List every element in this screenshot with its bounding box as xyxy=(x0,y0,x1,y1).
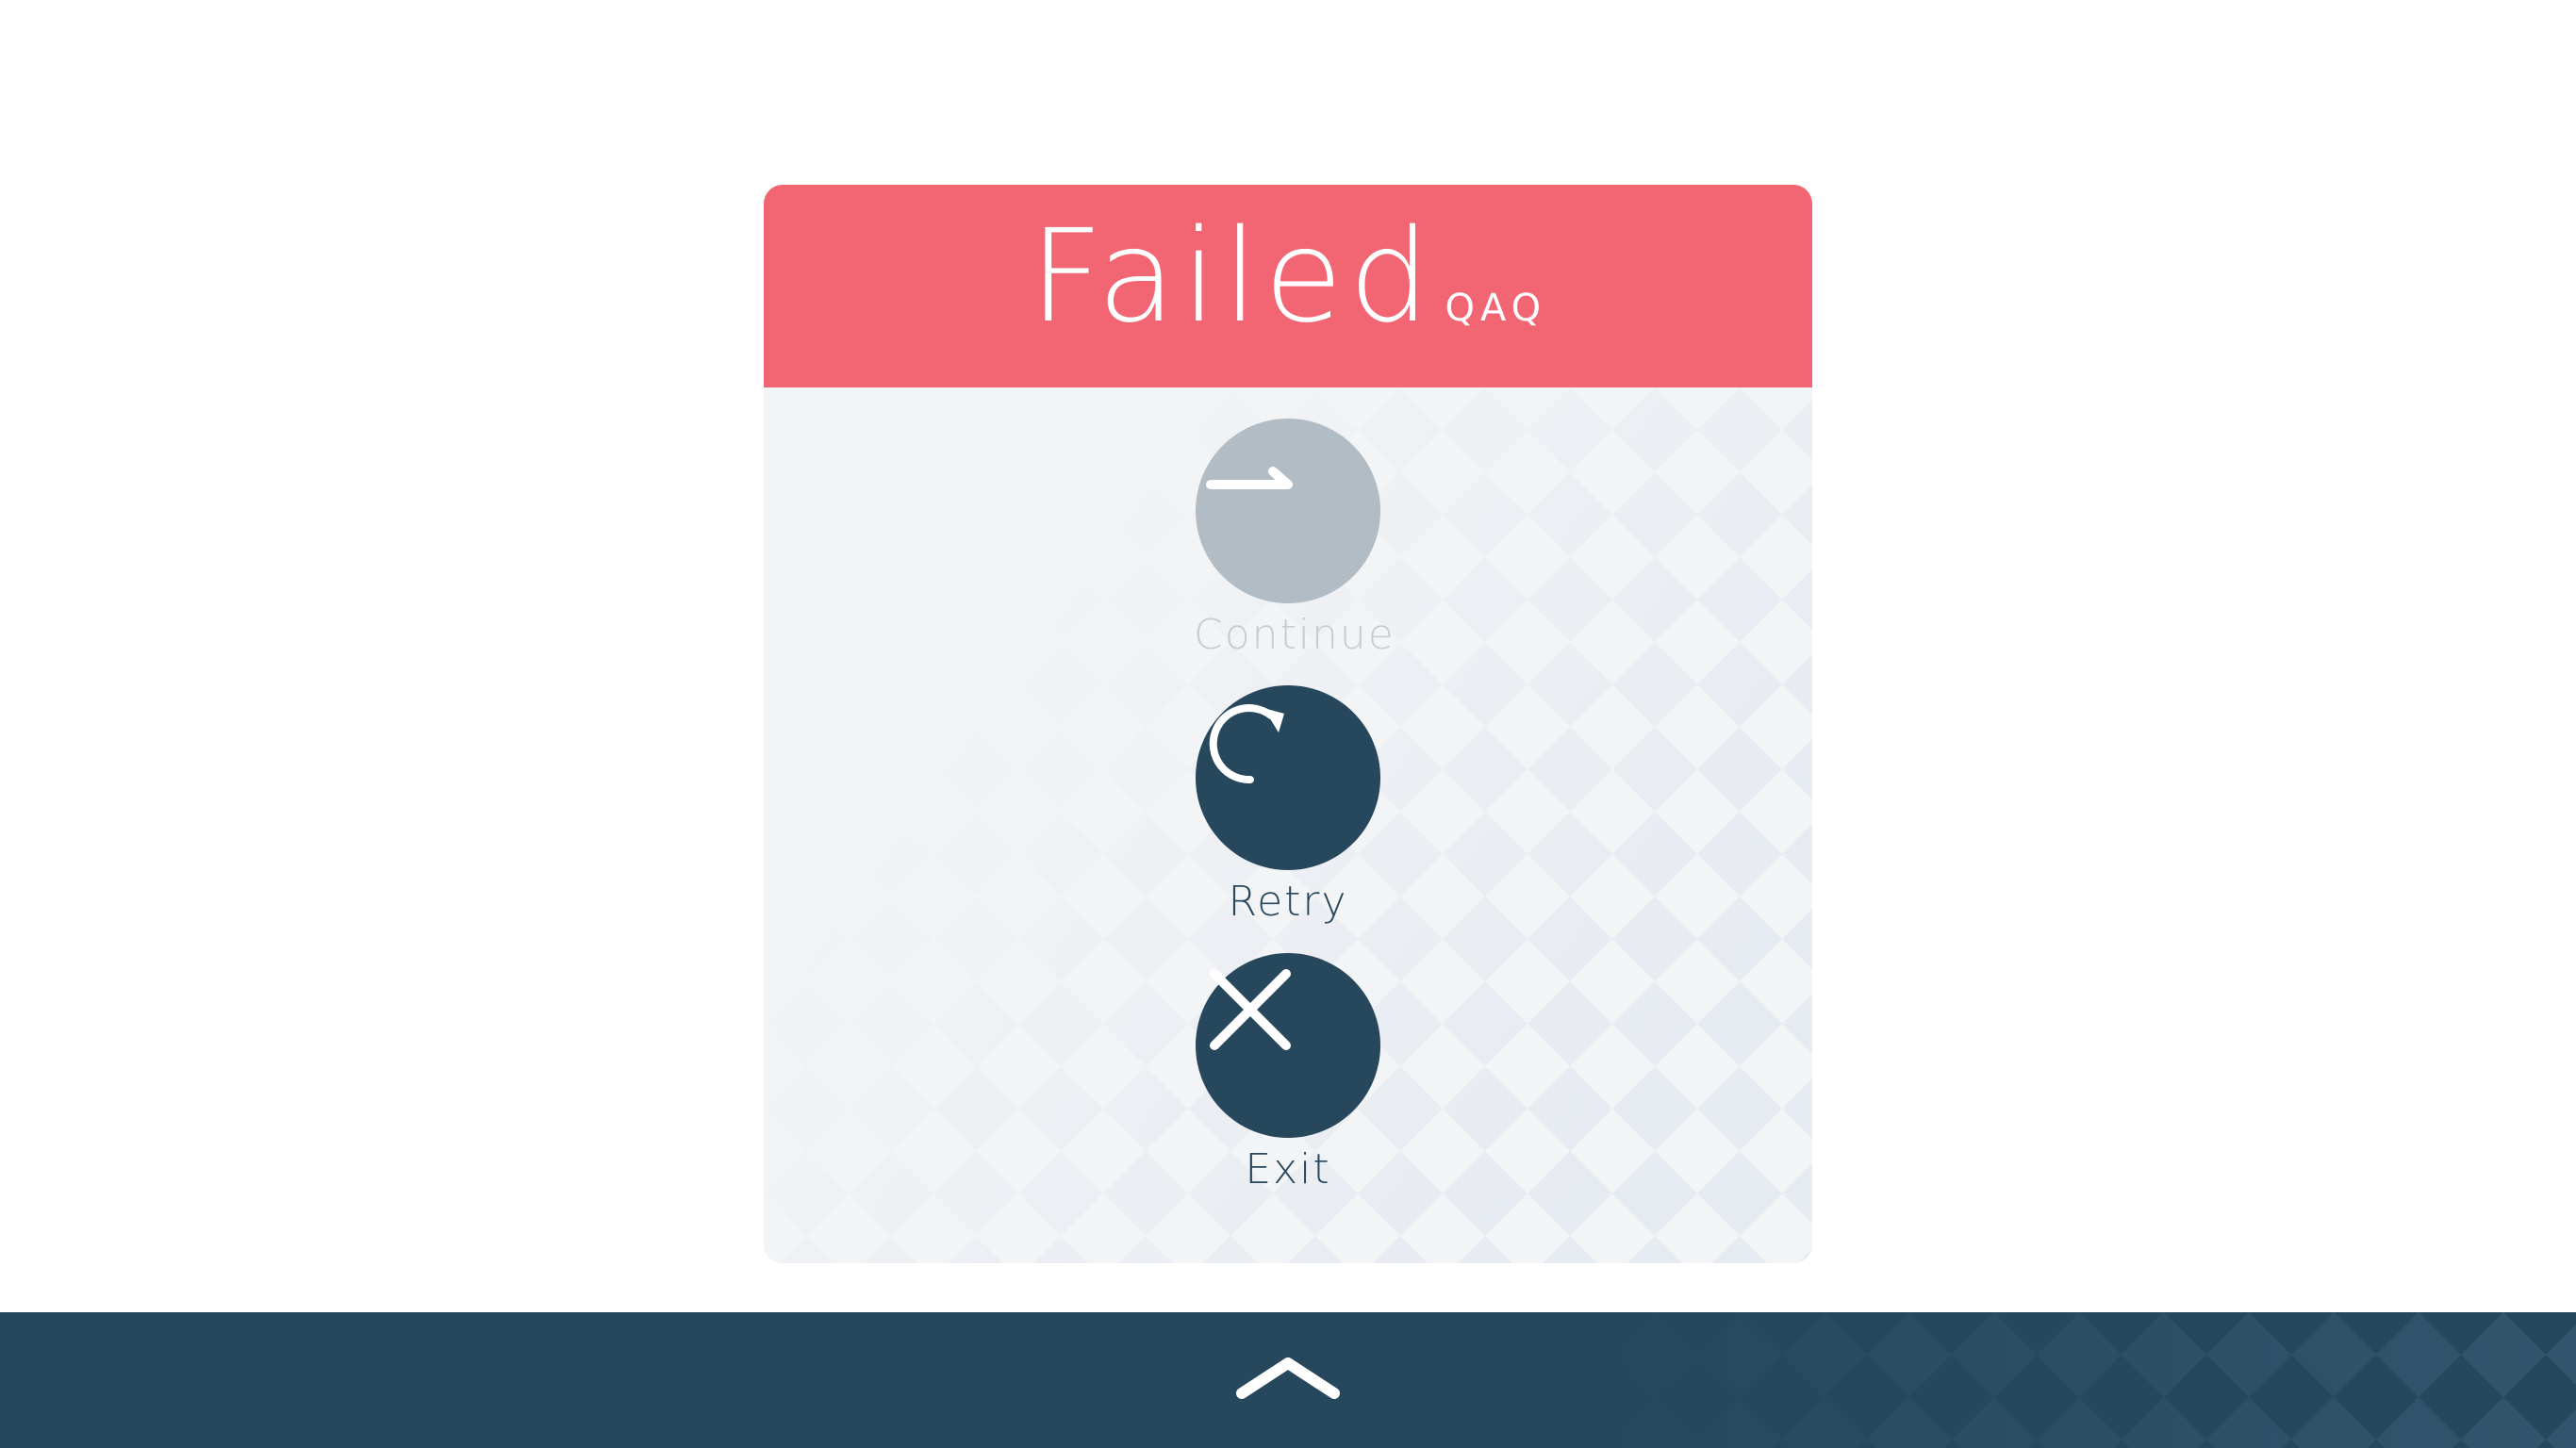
retry-icon xyxy=(1209,704,1284,784)
continue-label: Continue xyxy=(1194,611,1395,659)
continue-arrow-icon xyxy=(1206,467,1293,489)
dialog-title: Failed QAQ xyxy=(764,213,1812,341)
retry-button[interactable] xyxy=(1196,685,1380,870)
continue-button xyxy=(1196,419,1380,603)
bottom-bar xyxy=(0,1312,2576,1448)
title-text: Failed xyxy=(1029,203,1436,352)
title-suffix: QAQ xyxy=(1445,287,1547,330)
close-icon xyxy=(1210,969,1291,1050)
dialog-header: Failed QAQ xyxy=(764,185,1812,387)
exit-label: Exit xyxy=(1245,1145,1331,1193)
retry-label: Retry xyxy=(1228,878,1348,926)
retry-action[interactable]: Retry xyxy=(1194,685,1382,926)
continue-action: Continue xyxy=(1194,419,1395,659)
failed-dialog: Failed QAQ Continue Retry Exit xyxy=(764,185,1812,1263)
chevron-up-icon xyxy=(1236,1358,1340,1399)
expand-panel-button[interactable] xyxy=(1231,1337,1345,1412)
game-screen: Failed QAQ Continue Retry Exit xyxy=(0,0,2576,1448)
exit-button[interactable] xyxy=(1196,953,1380,1138)
dialog-body: Continue Retry Exit xyxy=(764,387,1812,1263)
exit-action[interactable]: Exit xyxy=(1194,953,1382,1193)
